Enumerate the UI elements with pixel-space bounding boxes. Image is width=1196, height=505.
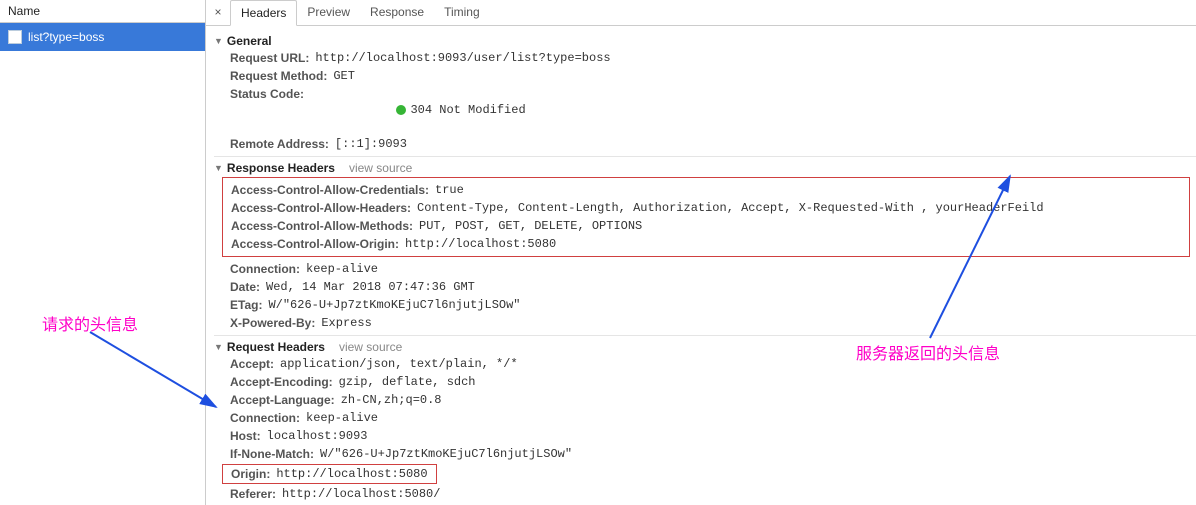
label: Connection: <box>230 410 300 426</box>
access-control-allow-headers: Access-Control-Allow-Headers: Content-Ty… <box>231 200 1185 216</box>
request-host: Host: localhost:9093 <box>230 428 1196 444</box>
request-accept-encoding: Accept-Encoding: gzip, deflate, sdch <box>230 374 1196 390</box>
general-remote-address: Remote Address: [::1]:9093 <box>230 136 1196 152</box>
request-list-item[interactable]: list?type=boss <box>0 23 205 51</box>
label: Accept-Encoding: <box>230 374 333 390</box>
request-accept: Accept: application/json, text/plain, */… <box>230 356 1196 372</box>
value: http://localhost:5080 <box>276 466 427 482</box>
label: Access-Control-Allow-Methods: <box>231 218 413 234</box>
label: Remote Address: <box>230 136 329 152</box>
value: W/"626-U+Jp7ztKmoKEjuC7l6njutjLSOw" <box>268 297 520 313</box>
chevron-down-icon: ▼ <box>214 163 223 173</box>
response-x-powered-by: X-Powered-By: Express <box>230 315 1196 331</box>
section-general-title: General <box>227 34 272 48</box>
value: localhost:9093 <box>267 428 368 444</box>
section-request-headers-toggle[interactable]: ▼ Request Headers <box>214 340 325 354</box>
value: Express <box>321 315 371 331</box>
value: Content-Type, Content-Length, Authorizat… <box>417 200 1044 216</box>
request-referer: Referer: http://localhost:5080/ <box>230 486 1196 502</box>
value: Wed, 14 Mar 2018 07:47:36 GMT <box>266 279 475 295</box>
tab-timing[interactable]: Timing <box>434 0 490 25</box>
request-if-none-match: If-None-Match: W/"626-U+Jp7ztKmoKEjuC7l6… <box>230 446 1196 462</box>
label: Request URL: <box>230 50 309 66</box>
document-icon <box>8 30 22 44</box>
value: PUT, POST, GET, DELETE, OPTIONS <box>419 218 642 234</box>
close-icon[interactable]: × <box>206 0 230 25</box>
section-response-headers: ▼ Response Headers view source Access-Co… <box>214 156 1196 331</box>
request-headers-view-source-link[interactable]: view source <box>339 340 402 354</box>
value: keep-alive <box>306 261 378 277</box>
label: Access-Control-Allow-Credentials: <box>231 182 429 198</box>
section-general: ▼ General Request URL: http://localhost:… <box>214 30 1196 152</box>
section-request-headers-title: Request Headers <box>227 340 325 354</box>
label: Connection: <box>230 261 300 277</box>
label: ETag: <box>230 297 262 313</box>
value: [::1]:9093 <box>335 136 407 152</box>
response-connection: Connection: keep-alive <box>230 261 1196 277</box>
general-status-code: Status Code: 304 Not Modified <box>230 86 1196 134</box>
chevron-down-icon: ▼ <box>214 36 223 46</box>
value: zh-CN,zh;q=0.8 <box>341 392 442 408</box>
request-item-label: list?type=boss <box>28 30 104 44</box>
value: keep-alive <box>306 410 378 426</box>
section-response-headers-toggle[interactable]: ▼ Response Headers <box>214 161 335 175</box>
tab-headers[interactable]: Headers <box>230 0 297 26</box>
response-etag: ETag: W/"626-U+Jp7ztKmoKEjuC7l6njutjLSOw… <box>230 297 1196 313</box>
value: http://localhost:9093/user/list?type=bos… <box>315 50 610 66</box>
label: Request Method: <box>230 68 327 84</box>
value: http://localhost:5080/ <box>282 486 440 502</box>
access-control-allow-credentials: Access-Control-Allow-Credentials: true <box>231 182 1185 198</box>
label: If-None-Match: <box>230 446 314 462</box>
label: Access-Control-Allow-Headers: <box>231 200 411 216</box>
chevron-down-icon: ▼ <box>214 342 223 352</box>
general-request-url: Request URL: http://localhost:9093/user/… <box>230 50 1196 66</box>
label: Access-Control-Allow-Origin: <box>231 236 399 252</box>
tab-response[interactable]: Response <box>360 0 434 25</box>
value: gzip, deflate, sdch <box>339 374 476 390</box>
access-control-allow-origin: Access-Control-Allow-Origin: http://loca… <box>231 236 1185 252</box>
label: Date: <box>230 279 260 295</box>
tab-preview[interactable]: Preview <box>297 0 360 25</box>
value: W/"626-U+Jp7ztKmoKEjuC7l6njutjLSOw" <box>320 446 572 462</box>
response-date: Date: Wed, 14 Mar 2018 07:47:36 GMT <box>230 279 1196 295</box>
request-origin: Origin: http://localhost:5080 <box>231 466 428 482</box>
request-accept-language: Accept-Language: zh-CN,zh;q=0.8 <box>230 392 1196 408</box>
label: Accept: <box>230 356 274 372</box>
request-connection: Connection: keep-alive <box>230 410 1196 426</box>
requests-sidebar: Name list?type=boss <box>0 0 206 505</box>
value: GET <box>333 68 355 84</box>
label: X-Powered-By: <box>230 315 315 331</box>
label: Accept-Language: <box>230 392 335 408</box>
status-dot-icon <box>396 105 406 115</box>
details-panel: × Headers Preview Response Timing ▼ Gene… <box>206 0 1196 505</box>
headers-pane: ▼ General Request URL: http://localhost:… <box>206 26 1196 505</box>
value: http://localhost:5080 <box>405 236 556 252</box>
label: Status Code: <box>230 86 304 134</box>
access-control-allow-methods: Access-Control-Allow-Methods: PUT, POST,… <box>231 218 1185 234</box>
section-response-headers-title: Response Headers <box>227 161 335 175</box>
general-request-method: Request Method: GET <box>230 68 1196 84</box>
label: Origin: <box>231 466 270 482</box>
section-request-headers: ▼ Request Headers view source Accept: ap… <box>214 335 1196 505</box>
sidebar-header-name[interactable]: Name <box>0 0 205 23</box>
tabs-bar: × Headers Preview Response Timing <box>206 0 1196 26</box>
response-headers-view-source-link[interactable]: view source <box>349 161 412 175</box>
value: 304 Not Modified <box>310 86 526 134</box>
label: Host: <box>230 428 261 444</box>
section-general-toggle[interactable]: ▼ General <box>214 34 272 48</box>
value: true <box>435 182 464 198</box>
value: application/json, text/plain, */* <box>280 356 518 372</box>
request-origin-highlight-box: Origin: http://localhost:5080 <box>222 464 437 484</box>
label: Referer: <box>230 486 276 502</box>
response-headers-highlight-box: Access-Control-Allow-Credentials: true A… <box>222 177 1190 257</box>
